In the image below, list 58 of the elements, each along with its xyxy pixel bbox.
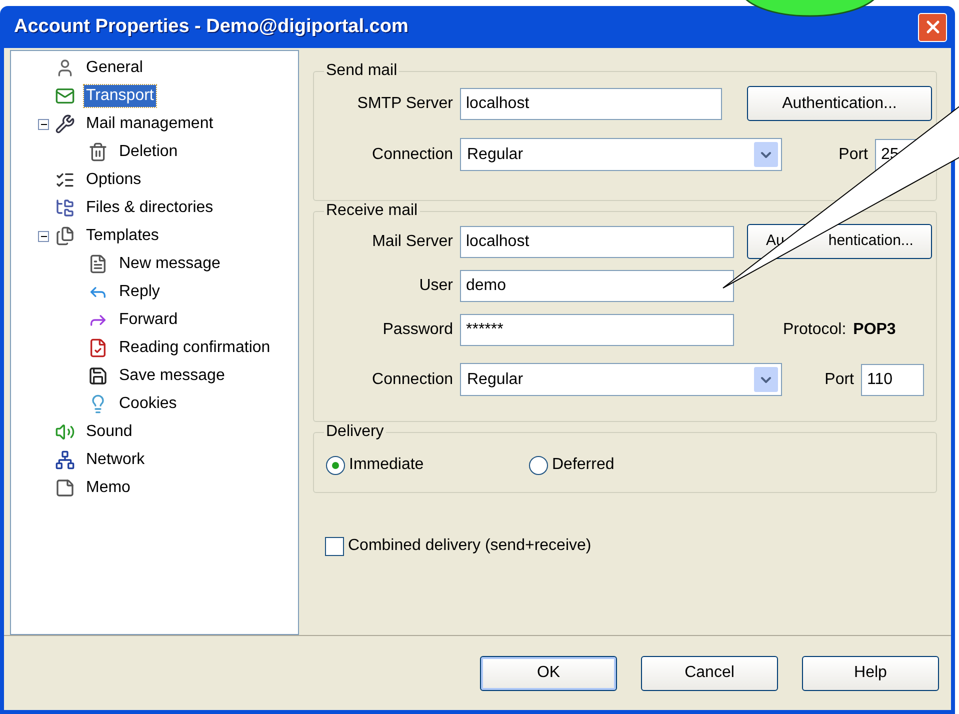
tree-item[interactable]: Files & directories [84, 197, 216, 219]
window-title: Account Properties - Demo@digiportal.com [14, 14, 408, 39]
radio-label: Deferred [552, 455, 614, 475]
field-label: Password [382, 320, 453, 340]
protocol-label: Protocol: [783, 320, 846, 340]
connection-dropdown[interactable]: Regular [460, 138, 782, 171]
field-label: Port [824, 370, 854, 390]
radio-button[interactable] [326, 456, 345, 474]
field-label: Port [838, 144, 868, 164]
speaker-icon [55, 422, 75, 442]
mail-server-field[interactable]: localhost [460, 226, 734, 258]
tree-item[interactable]: Options [84, 169, 144, 191]
radio-label: Immediate [349, 455, 424, 475]
group-title: Delivery [324, 422, 386, 442]
documents-icon [55, 226, 75, 246]
tree-item[interactable]: Mail management [84, 113, 216, 135]
tree-item[interactable]: Transport [84, 85, 156, 107]
port-field[interactable]: 110 [861, 364, 924, 396]
field-label: User [418, 276, 453, 296]
dialog-button[interactable]: Authentication... [747, 86, 932, 121]
protocol-value: POP3 [853, 320, 896, 340]
field-label: SMTP Server [356, 94, 453, 114]
tree-item[interactable]: Templates [84, 225, 161, 247]
connection-dropdown[interactable]: Regular [460, 363, 782, 396]
mail-tray-icon [55, 86, 75, 106]
user-field[interactable]: demo [460, 270, 734, 302]
document-icon [88, 254, 108, 274]
tree-item[interactable]: Cookies [117, 393, 179, 415]
tree-item[interactable]: Reading confirmation [117, 337, 272, 359]
close-button[interactable] [918, 12, 947, 42]
note-icon [55, 478, 75, 498]
radio-button[interactable] [529, 456, 548, 474]
password-field[interactable]: ****** [460, 314, 734, 346]
tree-item[interactable]: General [84, 57, 145, 79]
tree-item[interactable]: Forward [117, 309, 180, 331]
folder-tree-icon [55, 198, 75, 218]
checked-document-icon [88, 338, 108, 358]
network-icon [55, 450, 75, 470]
dialog-button[interactable]: Cancel [641, 656, 778, 690]
dialog-button[interactable]: OK [480, 656, 617, 690]
tree-item[interactable]: Memo [84, 477, 132, 499]
tree-item[interactable]: Sound [84, 421, 134, 443]
field-label: Connection [371, 144, 453, 164]
tools-icon [55, 114, 75, 134]
smtp-server-field[interactable]: localhost [460, 88, 722, 120]
trash-icon [88, 142, 108, 162]
field-label: Connection [371, 370, 453, 390]
tree-item[interactable]: Deletion [117, 141, 180, 163]
tree-item[interactable]: Reply [117, 281, 162, 303]
checkbox[interactable] [325, 536, 344, 556]
collapse-toggle[interactable] [38, 230, 49, 242]
dialog-button[interactable]: Help [802, 656, 939, 690]
tree-item[interactable]: New message [117, 253, 222, 275]
checkbox-label: Combined delivery (send+receive) [348, 536, 592, 556]
tree-item[interactable]: Save message [117, 365, 227, 387]
tree-item[interactable]: Network [84, 449, 147, 471]
field-label: Mail Server [371, 232, 453, 252]
collapse-toggle[interactable] [38, 118, 49, 130]
